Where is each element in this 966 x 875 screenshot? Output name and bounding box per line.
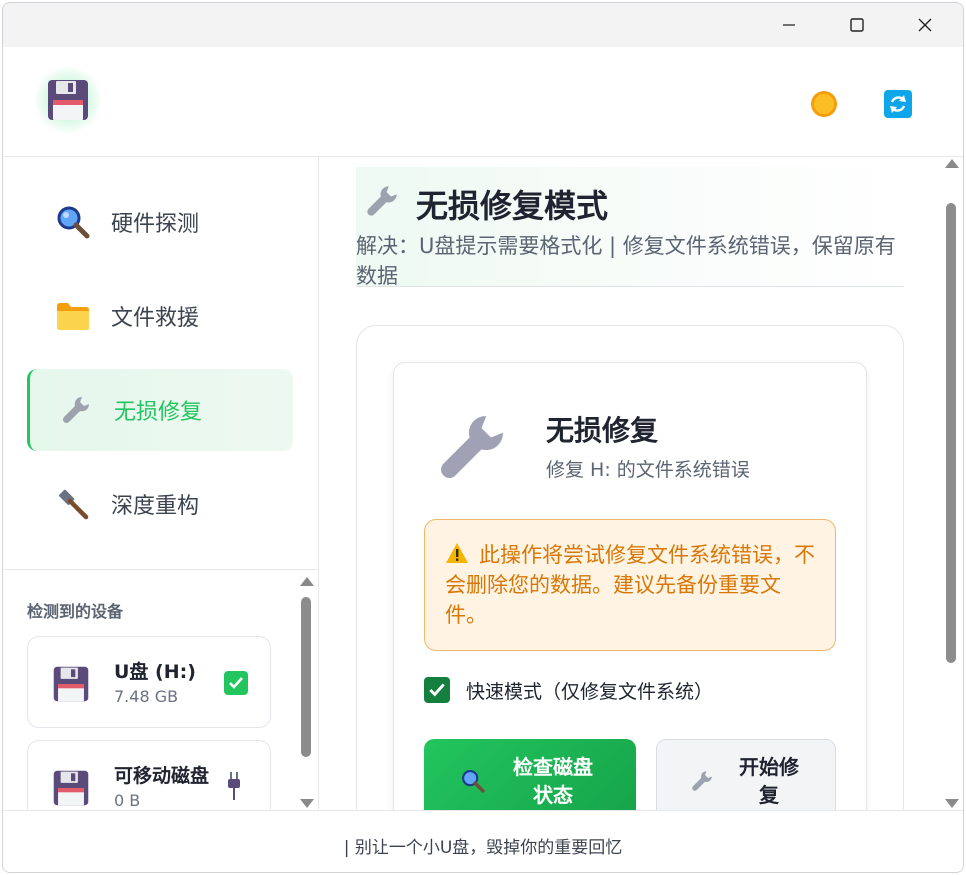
sidebar: 硬件探测 文件救援 无损修复 深度重构 检测到的设备 U盘 (H:) 7.48 … — [3, 157, 319, 810]
start-repair-label: 开始修复 — [739, 755, 799, 807]
quick-mode-label: 快速模式（仅修复文件系统） — [466, 680, 714, 703]
minimize-button[interactable] — [761, 3, 817, 47]
warning-content: 此操作将尝试修复文件系统错误，不会删除您的数据。建议先备份重要文件。 — [445, 540, 821, 630]
scroll-up-arrow-icon[interactable] — [300, 577, 314, 586]
wrench-icon — [362, 181, 402, 221]
floppy-disk-icon — [50, 663, 92, 705]
page-header: 无损修复模式 解决：U盘提示需要格式化 | 修复文件系统错误，保留原有数据 — [356, 167, 904, 288]
warning-icon — [446, 543, 468, 563]
main-scrollbar[interactable] — [942, 157, 960, 810]
devices-panel: 检测到的设备 U盘 (H:) 7.48 GB 可移动磁盘 0 B — [3, 569, 319, 810]
refresh-button[interactable] — [883, 89, 913, 119]
title-bar — [3, 3, 963, 47]
app-header — [3, 47, 963, 157]
nav-item-lossless-repair[interactable]: 无损修复 — [27, 369, 293, 451]
scroll-down-arrow-icon[interactable] — [300, 799, 314, 808]
maximize-icon — [850, 18, 864, 32]
device-card-usb-h[interactable]: U盘 (H:) 7.48 GB — [27, 636, 271, 728]
wrench-icon — [432, 407, 512, 487]
nav-item-deep-rebuild[interactable]: 深度重构 — [27, 463, 293, 545]
main-content: 无损修复模式 解决：U盘提示需要格式化 | 修复文件系统错误，保留原有数据 无损… — [320, 157, 963, 810]
page-title: 无损修复模式 — [416, 187, 609, 225]
app-window: 硬件探测 文件救援 无损修复 深度重构 检测到的设备 U盘 (H:) 7.48 … — [2, 2, 964, 873]
close-button[interactable] — [897, 3, 953, 47]
refresh-icon — [884, 90, 912, 118]
sidebar-scrollbar[interactable] — [297, 575, 315, 810]
wrench-icon — [56, 390, 96, 430]
nav-label: 深度重构 — [111, 494, 200, 519]
quick-mode-option[interactable]: 快速模式（仅修复文件系统） — [424, 675, 713, 705]
floppy-disk-icon — [50, 767, 92, 809]
device-name: 可移动磁盘 — [114, 765, 210, 787]
maximize-button[interactable] — [829, 3, 885, 47]
scroll-up-arrow-icon[interactable] — [945, 159, 959, 168]
plug-icon — [224, 771, 244, 801]
page-subtitle: 解决：U盘提示需要格式化 | 修复文件系统错误，保留原有数据 — [356, 234, 896, 288]
card-title: 无损修复 — [546, 414, 659, 447]
nav-item-file-rescue[interactable]: 文件救援 — [27, 275, 293, 357]
scroll-thumb[interactable] — [301, 597, 311, 757]
device-name: U盘 (H:) — [114, 661, 196, 683]
repair-card: 无损修复 修复 H: 的文件系统错误 此操作将尝试修复文件系统错误，不会删除您的… — [393, 362, 867, 810]
quick-mode-checkbox[interactable] — [424, 677, 450, 703]
footer-slogan: | 别让一个小U盘，毁掉你的重要回忆 — [343, 838, 623, 858]
nav-item-hardware-detect[interactable]: 硬件探测 — [27, 181, 293, 263]
nav-label: 无损修复 — [114, 400, 203, 425]
nav-label: 硬件探测 — [111, 212, 200, 237]
hammer-icon — [53, 484, 93, 524]
floppy-disk-icon — [48, 80, 88, 120]
app-logo — [33, 65, 103, 135]
device-size: 0 B — [114, 791, 141, 810]
magnifier-icon — [53, 202, 93, 242]
scroll-down-arrow-icon[interactable] — [945, 799, 959, 808]
magnifier-icon — [459, 767, 487, 795]
nav-label: 文件救援 — [111, 306, 200, 331]
devices-title: 检测到的设备 — [27, 602, 124, 621]
scroll-thumb[interactable] — [946, 203, 956, 663]
device-size: 7.48 GB — [114, 687, 179, 706]
warning-box: 此操作将尝试修复文件系统错误，不会删除您的数据。建议先备份重要文件。 — [424, 519, 836, 651]
check-disk-button[interactable]: 检查磁盘状态 — [424, 739, 636, 810]
check-icon — [224, 671, 248, 695]
start-repair-button[interactable]: 开始修复 — [656, 739, 836, 810]
wrench-icon — [688, 767, 716, 795]
repair-panel: 无损修复 修复 H: 的文件系统错误 此操作将尝试修复文件系统错误，不会删除您的… — [356, 325, 904, 810]
folder-icon — [53, 296, 93, 336]
card-subtitle: 修复 H: 的文件系统错误 — [546, 459, 750, 481]
check-disk-label: 检查磁盘状态 — [513, 755, 593, 807]
minimize-icon — [783, 24, 795, 26]
theme-toggle-button[interactable] — [809, 89, 839, 119]
sun-icon — [811, 91, 837, 117]
warning-text: 此操作将尝试修复文件系统错误，不会删除您的数据。建议先备份重要文件。 — [445, 543, 815, 627]
close-icon — [918, 18, 932, 32]
check-icon — [429, 683, 445, 697]
footer: | 别让一个小U盘，毁掉你的重要回忆 — [3, 810, 963, 872]
device-card-removable[interactable]: 可移动磁盘 0 B — [27, 740, 271, 810]
